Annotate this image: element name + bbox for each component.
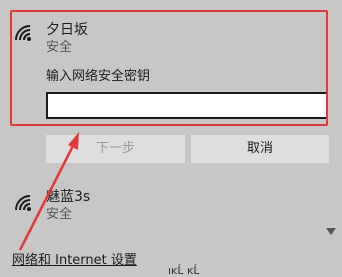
network-security: 安全 [46, 207, 73, 222]
next-button[interactable]: 下一步 [46, 135, 185, 163]
wifi-icon [15, 195, 31, 211]
cancel-button[interactable]: 取消 [191, 135, 329, 163]
network-settings-link[interactable]: 网络和 Internet 设置 [12, 253, 137, 268]
annotation-highlight-box [10, 10, 328, 126]
network-name: 魅蓝3s [46, 189, 91, 205]
bottom-partial-text: ıĸĹ ĸĹ [168, 264, 200, 277]
scroll-down-icon[interactable] [326, 228, 336, 236]
